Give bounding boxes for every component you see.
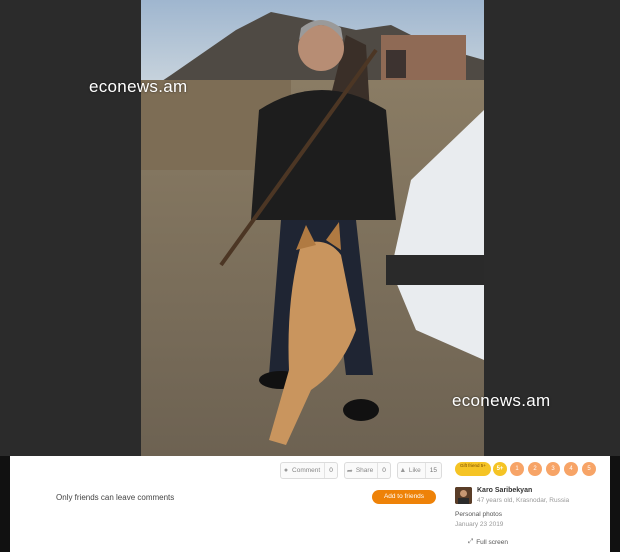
rate-3-button[interactable]: 3 bbox=[546, 462, 560, 476]
rate-5-button[interactable]: 5 bbox=[582, 462, 596, 476]
photo[interactable] bbox=[141, 0, 484, 456]
avatar[interactable] bbox=[455, 487, 472, 504]
add-to-friends-button[interactable]: Add to friends bbox=[372, 490, 436, 504]
like-icon: ▲ bbox=[399, 467, 407, 474]
share-count: 0 bbox=[377, 463, 390, 478]
author-name[interactable]: Karo Saribekyan bbox=[477, 487, 532, 494]
watermark-top: econews.am bbox=[89, 77, 188, 96]
rate-2-button[interactable]: 2 bbox=[528, 462, 542, 476]
like-button[interactable]: ▲ Like 15 bbox=[396, 462, 442, 479]
fullscreen-button[interactable]: ⤢ Full screen bbox=[468, 538, 508, 546]
rating-group: 1 2 3 4 5 bbox=[510, 462, 596, 476]
photo-info-panel: ● Comment 0 ➦ Share 0 ▲ Like 15 Only fri… bbox=[10, 456, 610, 552]
comments-restriction-note: Only friends can leave comments bbox=[56, 493, 175, 502]
comments-section: ● Comment 0 ➦ Share 0 ▲ Like 15 Only fri… bbox=[10, 456, 448, 552]
fullscreen-label: Full screen bbox=[476, 538, 508, 546]
comment-button[interactable]: ● Comment 0 bbox=[280, 462, 338, 479]
share-label: Share bbox=[355, 467, 374, 474]
share-button[interactable]: ➦ Share 0 bbox=[343, 462, 391, 479]
like-label: Like bbox=[408, 467, 421, 474]
rate-1-button[interactable]: 1 bbox=[510, 462, 524, 476]
author-section: Gift friend 5+ 5+ 1 2 3 4 5 Karo Saribek… bbox=[448, 456, 610, 552]
watermark-bottom: econews.am bbox=[452, 391, 551, 410]
gift-badge[interactable]: Gift friend 5+ bbox=[455, 462, 491, 476]
photo-image bbox=[141, 0, 484, 456]
share-icon: ➦ bbox=[346, 467, 353, 475]
photo-date: January 23 2019 bbox=[455, 521, 504, 528]
photo-viewer: econews.am econews.am bbox=[0, 0, 620, 456]
author-meta: 47 years old, Krasnodar, Russia bbox=[477, 497, 570, 504]
photo-actions: ● Comment 0 ➦ Share 0 ▲ Like 15 bbox=[280, 462, 442, 479]
comment-icon: ● bbox=[283, 467, 289, 474]
like-count: 15 bbox=[424, 463, 441, 478]
fullscreen-icon: ⤢ bbox=[468, 538, 474, 545]
rate-4-button[interactable]: 4 bbox=[564, 462, 578, 476]
comment-label: Comment bbox=[292, 467, 321, 474]
rating-5plus-button[interactable]: 5+ bbox=[493, 462, 507, 476]
album-link[interactable]: Personal photos bbox=[455, 511, 502, 518]
comment-count: 0 bbox=[324, 463, 337, 478]
avatar-image bbox=[455, 487, 472, 504]
